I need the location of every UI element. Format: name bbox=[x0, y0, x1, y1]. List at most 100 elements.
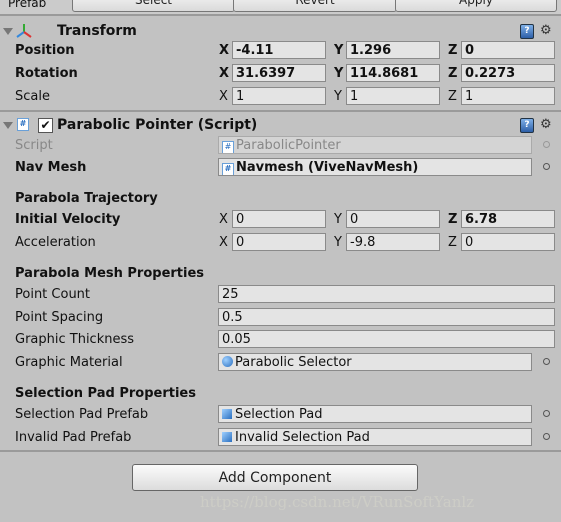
transform-title: Transform bbox=[57, 23, 137, 39]
select-button[interactable]: Select bbox=[72, 0, 235, 12]
velocity-z-field[interactable]: 6.78 bbox=[461, 210, 555, 228]
transform-icon bbox=[16, 24, 32, 38]
object-picker-icon bbox=[543, 141, 550, 148]
transform-header[interactable]: Transform ? ⚙ bbox=[0, 20, 561, 42]
graphic-thickness-label: Graphic Thickness bbox=[15, 332, 135, 347]
enabled-checkbox[interactable]: ✔ bbox=[38, 118, 53, 133]
help-icon[interactable]: ? bbox=[520, 24, 534, 39]
scale-x-field[interactable]: 1 bbox=[232, 87, 326, 105]
velocity-y-field[interactable]: 0 bbox=[346, 210, 440, 228]
point-count-field[interactable]: 25 bbox=[218, 285, 555, 303]
invalid-pad-prefab-row: Invalid Pad Prefab Invalid Selection Pad bbox=[0, 427, 561, 448]
scale-y-field[interactable]: 1 bbox=[346, 87, 440, 105]
trajectory-header: Parabola Trajectory bbox=[15, 191, 158, 206]
revert-button[interactable]: Revert bbox=[233, 0, 397, 12]
point-count-label: Point Count bbox=[15, 287, 91, 302]
object-picker-icon[interactable] bbox=[543, 433, 550, 440]
position-z-field[interactable]: 0 bbox=[461, 41, 555, 59]
script-field: # ParabolicPointer bbox=[218, 136, 532, 154]
point-spacing-label: Point Spacing bbox=[15, 310, 104, 325]
selection-pad-prefab-value: Selection Pad bbox=[235, 407, 323, 422]
acceleration-x-field[interactable]: 0 bbox=[232, 233, 326, 251]
invalid-pad-prefab-value: Invalid Selection Pad bbox=[235, 430, 370, 445]
scale-z-field[interactable]: 1 bbox=[461, 87, 555, 105]
script-row: Script # ParabolicPointer bbox=[0, 135, 561, 156]
nav-mesh-row: Nav Mesh # Navmesh (ViveNavMesh) bbox=[0, 157, 561, 178]
foldout-arrow-icon[interactable] bbox=[3, 28, 13, 35]
acceleration-row: Acceleration X0 Y -9.8 Z0 bbox=[0, 232, 561, 253]
csharp-script-icon: # bbox=[17, 118, 29, 131]
material-icon bbox=[222, 356, 233, 367]
graphic-material-label: Graphic Material bbox=[15, 355, 123, 370]
rotation-y-field[interactable]: 114.8681 bbox=[346, 64, 440, 82]
position-x-field[interactable]: -4.11 bbox=[232, 41, 326, 59]
y-label: Y bbox=[334, 89, 342, 104]
acceleration-label: Acceleration bbox=[15, 235, 96, 250]
watermark: https://blog.csdn.net/VRunSoftYanlz bbox=[200, 493, 475, 511]
nav-mesh-field[interactable]: # Navmesh (ViveNavMesh) bbox=[218, 158, 532, 176]
point-spacing-row: Point Spacing 0.5 bbox=[0, 307, 561, 328]
foldout-arrow-icon[interactable] bbox=[3, 122, 13, 129]
graphic-material-field[interactable]: Parabolic Selector bbox=[218, 353, 532, 371]
scale-label: Scale bbox=[15, 89, 50, 104]
rotation-z-field[interactable]: 0.2273 bbox=[461, 64, 555, 82]
graphic-thickness-field[interactable]: 0.05 bbox=[218, 330, 555, 348]
initial-velocity-row: Initial Velocity X0 Y0 Z 6.78 bbox=[0, 209, 561, 230]
invalid-pad-prefab-field[interactable]: Invalid Selection Pad bbox=[218, 428, 532, 446]
divider bbox=[0, 110, 561, 112]
script-icon: # bbox=[222, 163, 234, 175]
nav-mesh-value: Navmesh (ViveNavMesh) bbox=[236, 160, 419, 175]
position-y-field[interactable]: 1.296 bbox=[346, 41, 440, 59]
x-label: X bbox=[219, 212, 228, 227]
help-icon[interactable]: ? bbox=[520, 118, 534, 133]
z-label: Z bbox=[448, 43, 458, 58]
rotation-x-field[interactable]: 31.6397 bbox=[232, 64, 326, 82]
object-picker-icon[interactable] bbox=[543, 358, 550, 365]
y-label: Y bbox=[334, 43, 344, 58]
selection-pad-header: Selection Pad Properties bbox=[15, 386, 196, 401]
nav-mesh-label: Nav Mesh bbox=[15, 160, 87, 175]
selection-pad-prefab-label: Selection Pad Prefab bbox=[15, 407, 149, 422]
object-picker-icon[interactable] bbox=[543, 410, 550, 417]
mesh-properties-header: Parabola Mesh Properties bbox=[15, 266, 205, 281]
script-value: ParabolicPointer bbox=[236, 138, 341, 153]
selection-pad-prefab-row: Selection Pad Prefab Selection Pad bbox=[0, 404, 561, 425]
gear-icon[interactable]: ⚙ bbox=[540, 114, 552, 136]
y-label: Y bbox=[334, 235, 342, 250]
position-row: Position X -4.11 Y 1.296 Z0 bbox=[0, 40, 561, 61]
prefab-icon bbox=[222, 432, 232, 442]
scale-row: Scale X1 Y1 Z1 bbox=[0, 86, 561, 107]
invalid-pad-prefab-label: Invalid Pad Prefab bbox=[15, 430, 132, 445]
z-label: Z bbox=[448, 235, 457, 250]
object-picker-icon[interactable] bbox=[543, 163, 550, 170]
y-label: Y bbox=[334, 66, 344, 81]
initial-velocity-label: Initial Velocity bbox=[15, 212, 121, 227]
component-title: Parabolic Pointer (Script) bbox=[57, 117, 258, 133]
x-label: X bbox=[219, 235, 228, 250]
z-label: Z bbox=[448, 66, 458, 81]
x-label: X bbox=[219, 43, 230, 58]
apply-button[interactable]: Apply bbox=[395, 0, 557, 12]
graphic-thickness-row: Graphic Thickness 0.05 bbox=[0, 329, 561, 350]
selection-pad-prefab-field[interactable]: Selection Pad bbox=[218, 405, 532, 423]
z-label: Z bbox=[448, 89, 457, 104]
prefab-icon bbox=[222, 409, 232, 419]
script-label: Script bbox=[15, 138, 53, 153]
rotation-label: Rotation bbox=[15, 66, 78, 81]
parabolic-pointer-header[interactable]: # ✔ Parabolic Pointer (Script) ? ⚙ bbox=[0, 114, 561, 136]
acceleration-z-field[interactable]: 0 bbox=[461, 233, 555, 251]
point-spacing-field[interactable]: 0.5 bbox=[218, 308, 555, 326]
velocity-x-field[interactable]: 0 bbox=[232, 210, 326, 228]
script-icon: # bbox=[222, 141, 234, 153]
acceleration-y-field[interactable]: -9.8 bbox=[346, 233, 440, 251]
z-label: Z bbox=[448, 212, 458, 227]
graphic-material-row: Graphic Material Parabolic Selector bbox=[0, 352, 561, 373]
position-label: Position bbox=[15, 43, 75, 58]
point-count-row: Point Count 25 bbox=[0, 284, 561, 305]
add-component-button[interactable]: Add Component bbox=[132, 464, 418, 491]
divider bbox=[0, 450, 561, 452]
gear-icon[interactable]: ⚙ bbox=[540, 20, 552, 42]
x-label: X bbox=[219, 89, 228, 104]
prefab-label: Prefab bbox=[8, 0, 47, 10]
y-label: Y bbox=[334, 212, 342, 227]
